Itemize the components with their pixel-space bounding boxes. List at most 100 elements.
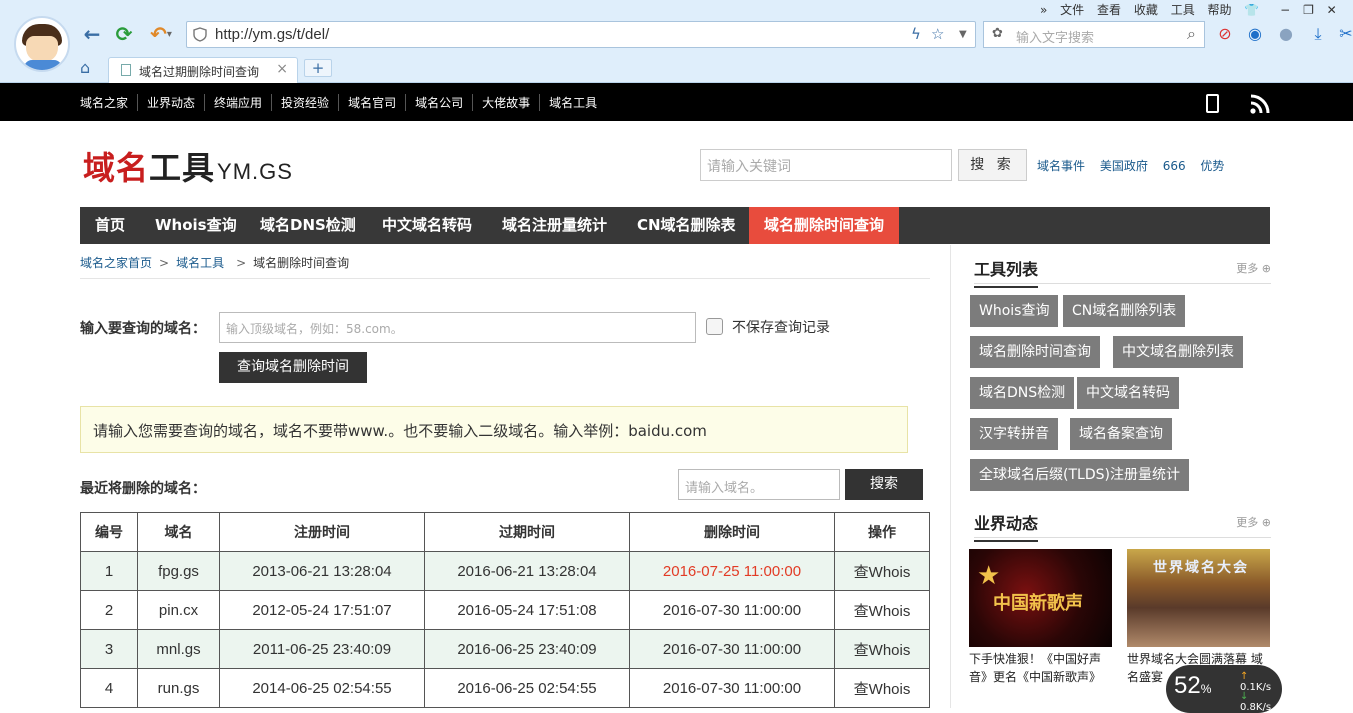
cell-domain: run.gs <box>137 668 220 708</box>
breadcrumb-home[interactable]: 域名之家首页 <box>80 256 152 270</box>
tools-more-link[interactable]: 更多 ⊕ <box>1236 260 1271 276</box>
toplink-industry[interactable]: 业界动态 <box>137 94 204 111</box>
mobile-icon[interactable] <box>1206 94 1219 113</box>
tip-box: 请输入您需要查询的域名，域名不要带www.。也不要输入二级域名。输入举例：bai… <box>80 406 908 453</box>
whois-link[interactable]: 查Whois <box>834 629 930 669</box>
nav-cn-delete-list[interactable]: CN域名删除表 <box>622 207 751 244</box>
tools-title: 工具列表 <box>974 256 1039 288</box>
cell-expires: 2016-05-24 17:51:08 <box>424 590 630 630</box>
speed-widget[interactable]: 52% ↑ 0.1K/s ↓ 0.8K/s <box>1166 665 1282 713</box>
tool-tag[interactable]: 域名删除时间查询 <box>970 336 1100 368</box>
site-search-input[interactable]: 请输入关键词 <box>700 149 952 181</box>
star-icon[interactable]: ☆ <box>931 25 944 43</box>
tool-tag[interactable]: Whois查询 <box>970 295 1059 327</box>
cell-number: 4 <box>80 668 138 708</box>
nav-delete-time-query[interactable]: 域名删除时间查询 <box>749 207 900 244</box>
address-bar[interactable]: http://ym.gs/t/del/ ϟ ☆ ▼ <box>186 21 976 48</box>
menu-file[interactable]: 文件 <box>1060 3 1084 17</box>
whois-link[interactable]: 查Whois <box>834 590 930 630</box>
tool-tag[interactable]: 域名DNS检测 <box>970 377 1075 409</box>
col-number: 编号 <box>80 512 138 552</box>
col-domain: 域名 <box>137 512 220 552</box>
tool-tag[interactable]: 中文域名删除列表 <box>1113 336 1243 368</box>
menu-view[interactable]: 查看 <box>1097 3 1121 17</box>
new-tab-button[interactable]: + <box>304 59 332 77</box>
tab-active[interactable]: 域名过期删除时间查询 × <box>108 57 298 83</box>
domain-input[interactable]: 输入顶级域名，例如：58.com。 <box>219 312 696 343</box>
dropdown-icon[interactable]: ▼ <box>959 29 967 40</box>
site-search-button[interactable]: 搜 索 <box>958 149 1027 181</box>
toplink-tools[interactable]: 域名工具 <box>539 94 606 111</box>
menu-expand[interactable]: » <box>1040 3 1047 17</box>
nosave-label: 不保存查询记录 <box>732 320 830 336</box>
shield-icon <box>193 27 207 42</box>
close-window-icon[interactable]: ✕ <box>1327 3 1337 17</box>
browser-search-box[interactable]: ✿ 输入文字搜索 ⌕ <box>983 21 1205 48</box>
cell-number: 2 <box>80 590 138 630</box>
hot-link[interactable]: 域名事件 <box>1037 159 1085 173</box>
menu-tools[interactable]: 工具 <box>1171 3 1195 17</box>
tool-tag[interactable]: 中文域名转码 <box>1077 377 1179 409</box>
toplink-companies[interactable]: 域名公司 <box>405 94 472 111</box>
tool-tag[interactable]: 域名备案查询 <box>1070 418 1172 450</box>
recent-search-button[interactable]: 搜索 <box>845 469 923 500</box>
tool-tag[interactable]: CN域名删除列表 <box>1063 295 1186 327</box>
cell-registered: 2011-06-25 23:40:09 <box>219 629 425 669</box>
nav-whois[interactable]: Whois查询 <box>140 207 252 244</box>
search-icon[interactable]: ⌕ <box>1187 24 1196 44</box>
more-icon[interactable]: ● <box>1276 24 1296 44</box>
whois-link[interactable]: 查Whois <box>834 551 930 591</box>
speed-percent: 52% <box>1174 672 1212 699</box>
toplink-stories[interactable]: 大佬故事 <box>472 94 539 111</box>
query-delete-time-button[interactable]: 查询域名删除时间 <box>219 352 367 383</box>
ad-block-icon[interactable]: ⊘ <box>1215 24 1235 44</box>
menu-help[interactable]: 帮助 <box>1208 3 1232 17</box>
nav-dns-check[interactable]: 域名DNS检测 <box>245 207 371 244</box>
table-header-row: 编号 域名 注册时间 过期时间 删除时间 操作 <box>80 512 930 552</box>
tool-tag[interactable]: 全球域名后缀(TLDS)注册量统计 <box>970 459 1189 491</box>
nosave-option[interactable]: 不保存查询记录 <box>706 317 830 337</box>
news-header: 业界动态 更多 ⊕ <box>974 504 1271 542</box>
extension-icon[interactable]: ◉ <box>1245 24 1265 44</box>
nav-home[interactable]: 首页 <box>80 207 140 244</box>
nosave-checkbox[interactable] <box>706 318 723 335</box>
hot-link[interactable]: 优势 <box>1200 159 1224 173</box>
site-logo[interactable]: 域名工具YM.GS <box>83 143 293 189</box>
news-more-link[interactable]: 更多 ⊕ <box>1236 514 1271 530</box>
menu-favorites[interactable]: 收藏 <box>1134 3 1158 17</box>
news-title: 业界动态 <box>974 510 1039 542</box>
site-top-bar: 域名之家 业界动态 终端应用 投资经验 域名官司 域名公司 大佬故事 域名工具 <box>0 83 1353 121</box>
toplink-apps[interactable]: 终端应用 <box>204 94 271 111</box>
table-row: 1 fpg.gs 2013-06-21 13:28:04 2016-06-21 … <box>80 551 930 591</box>
minimize-icon[interactable]: − <box>1280 3 1290 17</box>
download-icon[interactable]: ⤓ <box>1308 24 1328 44</box>
hot-link[interactable]: 666 <box>1163 159 1186 173</box>
tool-tag[interactable]: 汉字转拼音 <box>970 418 1058 450</box>
refresh-icon[interactable]: ⟳ <box>112 22 136 46</box>
hot-link[interactable]: 美国政府 <box>1100 159 1148 173</box>
news-caption: 下手快准狠！《中国好声音》更名《中国新歌声》 <box>969 652 1102 684</box>
news-item[interactable]: 中国新歌声 ★ 下手快准狠！《中国好声音》更名《中国新歌声》 <box>969 549 1112 686</box>
nav-registration-stats[interactable]: 域名注册量统计 <box>487 207 622 244</box>
scissors-icon[interactable]: ✂ <box>1336 24 1353 44</box>
back-arrow-icon[interactable]: ← <box>80 22 104 46</box>
breadcrumb-tools[interactable]: 域名工具 <box>176 256 224 270</box>
page-icon <box>121 64 131 76</box>
paw-icon: ✿ <box>992 26 1003 41</box>
nav-cn-transcode[interactable]: 中文域名转码 <box>367 207 487 244</box>
restore-icon[interactable]: ❐ <box>1303 3 1314 17</box>
breadcrumb-current: 域名删除时间查询 <box>253 256 350 270</box>
toplink-lawsuits[interactable]: 域名官司 <box>338 94 405 111</box>
toplink-invest[interactable]: 投资经验 <box>271 94 338 111</box>
home-icon[interactable]: ⌂ <box>80 58 90 77</box>
deletion-table: 编号 域名 注册时间 过期时间 删除时间 操作 1 fpg.gs 2013-06… <box>80 512 930 708</box>
tab-close-icon[interactable]: × <box>276 61 288 77</box>
lightning-icon[interactable]: ϟ <box>911 25 921 43</box>
undo-icon[interactable]: ↶ ▾ <box>144 22 178 46</box>
toplink-home[interactable]: 域名之家 <box>80 94 137 111</box>
cell-number: 1 <box>80 551 138 591</box>
rss-icon[interactable] <box>1250 94 1270 114</box>
recent-search-input[interactable]: 请输入域名。 <box>678 469 840 500</box>
shirt-icon[interactable]: 👕 <box>1244 3 1259 17</box>
whois-link[interactable]: 查Whois <box>834 668 930 708</box>
